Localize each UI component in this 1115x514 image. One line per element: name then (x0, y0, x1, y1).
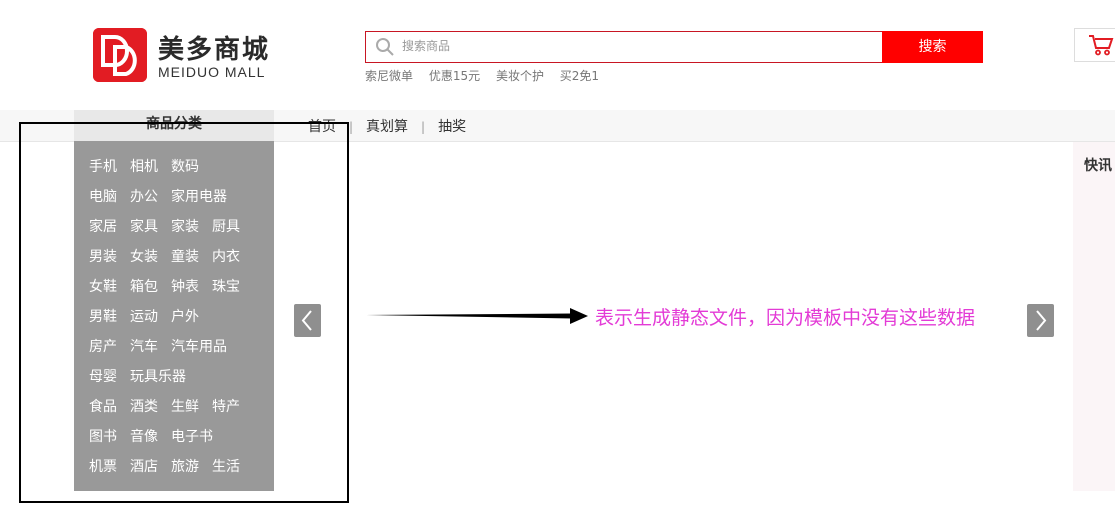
nav-link-lottery[interactable]: 抽奖 (438, 119, 466, 135)
category-row: 母婴 玩具乐器 (89, 366, 199, 386)
category-link[interactable]: 酒类 (130, 399, 158, 415)
nav-link-deals[interactable]: 真划算 (366, 119, 408, 135)
category-link[interactable]: 食品 (89, 399, 117, 415)
category-link[interactable]: 箱包 (130, 279, 158, 295)
category-title[interactable]: 商品分类 (74, 110, 274, 141)
news-title: 快讯 (1084, 158, 1112, 174)
brand-name-en: MEIDUO MALL (158, 64, 266, 80)
category-row: 图书 音像 电子书 (89, 426, 226, 446)
category-link[interactable]: 男装 (89, 249, 117, 265)
hot-word-link[interactable]: 美妆个护 (496, 69, 544, 83)
slider-next-button[interactable] (1027, 304, 1054, 337)
category-link[interactable]: 汽车 (130, 339, 158, 355)
nav-separator: | (349, 120, 354, 134)
category-link[interactable]: 房产 (89, 339, 117, 355)
category-link[interactable]: 机票 (89, 459, 117, 475)
search-button[interactable]: 搜索 (882, 31, 983, 63)
category-panel: 手机 相机 数码 电脑 办公 家用电器 家居 家具 家装 厨具 男装 女装 童装 内衣 女鞋 箱包 钟表… (74, 141, 274, 491)
search-icon (376, 38, 394, 56)
category-link[interactable]: 生鲜 (171, 399, 199, 415)
category-row: 女鞋 箱包 钟表 珠宝 (89, 276, 253, 296)
category-link[interactable]: 数码 (171, 159, 199, 175)
category-row: 房产 汽车 汽车用品 (89, 336, 240, 356)
annotation-arrow-icon (366, 308, 588, 324)
category-link[interactable]: 厨具 (212, 219, 240, 235)
category-link[interactable]: 电子书 (171, 429, 213, 445)
category-link[interactable]: 相机 (130, 159, 158, 175)
category-link[interactable]: 家居 (89, 219, 117, 235)
category-row: 食品 酒类 生鲜 特产 (89, 396, 253, 416)
hot-word-link[interactable]: 优惠15元 (429, 69, 480, 83)
nav-separator: | (421, 120, 426, 134)
slider-prev-button[interactable] (294, 304, 321, 337)
category-link[interactable]: 钟表 (171, 279, 199, 295)
category-row: 手机 相机 数码 (89, 156, 212, 176)
category-link[interactable]: 手机 (89, 159, 117, 175)
category-link[interactable]: 办公 (130, 189, 158, 205)
category-link[interactable]: 童装 (171, 249, 199, 265)
category-link[interactable]: 生活 (212, 459, 240, 475)
chevron-left-icon (301, 310, 312, 331)
category-link[interactable]: 旅游 (171, 459, 199, 475)
category-link[interactable]: 女装 (130, 249, 158, 265)
annotation-text: 表示生成静态文件，因为模板中没有这些数据 (595, 307, 976, 329)
cart-icon (1089, 35, 1114, 56)
hot-words: 索尼微单 优惠15元 美妆个护 买2免1 (365, 67, 611, 84)
category-link[interactable]: 图书 (89, 429, 117, 445)
category-link[interactable]: 内衣 (212, 249, 240, 265)
category-link[interactable]: 酒店 (130, 459, 158, 475)
category-link[interactable]: 户外 (171, 309, 199, 325)
category-link[interactable]: 运动 (130, 309, 158, 325)
nav-link-home[interactable]: 首页 (308, 119, 336, 135)
category-row: 家居 家具 家装 厨具 (89, 216, 253, 236)
category-row: 男装 女装 童装 内衣 (89, 246, 253, 266)
logo-icon (93, 28, 147, 82)
hot-word-link[interactable]: 买2免1 (560, 69, 599, 83)
category-link[interactable]: 男鞋 (89, 309, 117, 325)
category-link[interactable]: 玩具乐器 (130, 369, 186, 385)
category-link[interactable]: 家用电器 (171, 189, 227, 205)
category-link[interactable]: 汽车用品 (171, 339, 227, 355)
category-row: 电脑 办公 家用电器 (89, 186, 240, 206)
search-input[interactable] (398, 33, 876, 59)
category-link[interactable]: 家装 (171, 219, 199, 235)
category-link[interactable]: 音像 (130, 429, 158, 445)
nav-links: 首页 | 真划算 | 抽奖 (308, 116, 466, 136)
chevron-right-icon (1036, 310, 1047, 331)
news-panel (1073, 142, 1115, 491)
category-row: 机票 酒店 旅游 生活 (89, 456, 253, 476)
category-link[interactable]: 母婴 (89, 369, 117, 385)
hot-word-link[interactable]: 索尼微单 (365, 69, 413, 83)
category-link[interactable]: 珠宝 (212, 279, 240, 295)
category-link[interactable]: 特产 (212, 399, 240, 415)
category-link[interactable]: 电脑 (89, 189, 117, 205)
category-link[interactable]: 家具 (130, 219, 158, 235)
category-row: 男鞋 运动 户外 (89, 306, 212, 326)
brand-name-cn: 美多商城 (158, 35, 271, 65)
category-link[interactable]: 女鞋 (89, 279, 117, 295)
logo-badge[interactable] (93, 28, 147, 82)
